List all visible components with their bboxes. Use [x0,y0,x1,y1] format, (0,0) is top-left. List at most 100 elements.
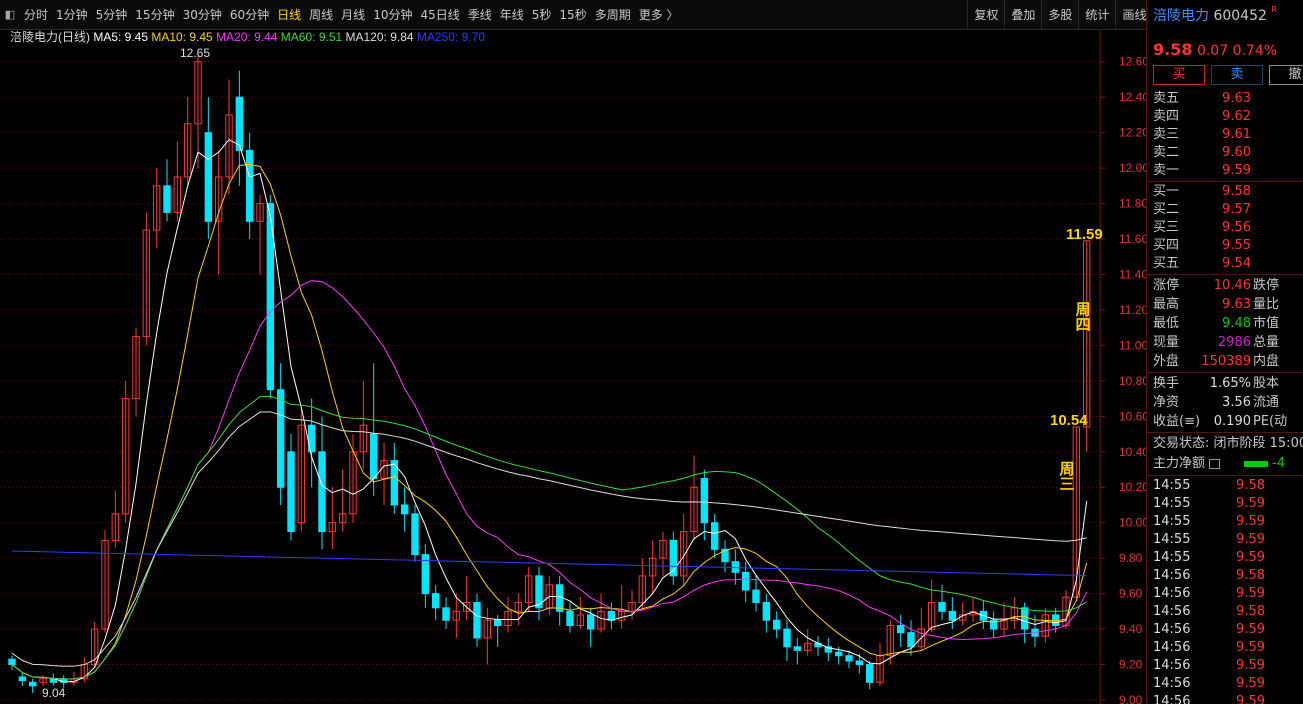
tick-time: 14:55 [1153,496,1191,511]
period-tab[interactable]: 5分钟 [92,0,132,30]
buy-button[interactable]: 买 [1153,65,1205,85]
tick-row: 14:56 9.58 [1147,603,1303,621]
bids-label: 买三 [1153,220,1180,235]
toolbar-action-button[interactable]: 叠加 [1004,0,1041,30]
tick-row: 14:56 9.59 [1147,657,1303,675]
period-tab[interactable]: 15分钟 [131,0,178,30]
main-flow-value: -4 [1272,456,1285,471]
y-tick-label: 11.20 [1119,303,1146,317]
period-tab[interactable]: 45日线 [416,0,463,30]
candle-body [400,504,409,515]
stat-label: 收益(≡) [1153,414,1201,429]
period-tab[interactable]: 分时 [20,0,52,30]
candle-body [18,676,27,681]
divider [1147,432,1303,433]
period-tab[interactable]: 30分钟 [179,0,226,30]
stock-name: 涪陵电力 [1153,8,1209,24]
tick-row: 14:56 9.59 [1147,693,1303,704]
legend-ma: MA60: 9.51 [281,30,346,44]
period-tabs: 分时 1分钟 5分钟 15分钟 30分钟 60分钟 日线 周线 月线 10分钟 45日线 季线 年线 5秒… [20,0,683,30]
stat-label-2: 总量 [1253,335,1280,350]
stat-row: 最低 9.48 市值 [1147,314,1303,333]
candle-body [710,522,719,550]
stat-value: 150389 [1201,354,1251,369]
candle-body [473,601,481,639]
divider [1147,372,1303,373]
tick-list[interactable]: 14:55 9.58 14:55 9.59 14:55 9.59 14:55 9.59 14:5… [1147,477,1303,704]
asks-price: 9.62 [1222,109,1251,124]
period-toolbar: ◧ 分时 1分钟 5分钟 15分钟 30分钟 60分钟 日线 周线 月线 10分钟 45日线 季线 年线… [0,0,1303,30]
low-marker: 9.04 [42,686,66,700]
candle-body [318,451,326,533]
stat-label: 最高 [1153,297,1180,312]
y-tick-label: 11.00 [1119,338,1146,352]
sell-button[interactable]: 卖 [1211,65,1263,85]
kline-chart[interactable]: 12.60 12.40 12.20 12.00 11.80 11.60 11.40 11.20… [0,30,1146,704]
tick-time: 14:56 [1153,622,1191,637]
candle-body [566,610,574,627]
bids-price: 9.56 [1222,220,1251,235]
y-tick-label: 11.40 [1119,267,1146,281]
main-flow-row[interactable]: 主力净额 -4 [1147,454,1303,474]
period-tab[interactable]: 10分钟 [369,0,416,30]
candle-body [793,646,802,651]
stat-label: 现量 [1153,335,1180,350]
candle-body [731,561,740,573]
tick-row: 14:56 9.58 [1147,567,1303,585]
stat-value: 9.48 [1222,316,1251,331]
tick-price: 9.59 [1236,550,1265,565]
asks-row: 卖四 9.62 [1147,108,1303,126]
tick-price: 9.59 [1236,640,1265,655]
tick-row: 14:56 9.59 [1147,675,1303,693]
stat-label: 最低 [1153,316,1180,331]
period-tab[interactable]: 1分钟 [52,0,92,30]
candle-body [442,607,450,621]
tick-row: 14:56 9.59 [1147,621,1303,639]
stat-row: 最高 9.63 量比 [1147,295,1303,314]
tick-time: 14:55 [1153,478,1191,493]
tick-time: 14:56 [1153,676,1191,691]
stat-label-2: 市值 [1253,316,1280,331]
period-tab[interactable]: 15秒 [555,0,590,30]
toolbar-action-button[interactable]: 多股 [1041,0,1078,30]
asks-row: 卖二 9.60 [1147,144,1303,162]
panel-toggle-icon[interactable]: ◧ [0,0,20,30]
main-flow-bar [1244,461,1269,467]
candle-body [411,513,419,556]
price-pct: 0.74% [1232,43,1278,59]
main-flow-label: 主力净额 [1153,456,1206,471]
cancel-button[interactable]: 撤 [1269,65,1303,85]
legend-ma: MA5: 9.45 [93,30,151,44]
y-tick-label: 9.60 [1119,587,1143,601]
asks-price: 9.60 [1222,145,1251,160]
period-tab[interactable]: 5秒 [528,0,556,30]
tick-time: 14:56 [1153,604,1191,619]
candle-body [204,132,213,222]
period-tab[interactable]: 60分钟 [226,0,273,30]
stat-label: 净资 [1153,395,1180,410]
period-tab[interactable]: 更多 〉 [635,0,683,30]
tick-row: 14:55 9.59 [1147,549,1303,567]
period-tab[interactable]: 季线 [464,0,496,30]
asks-price: 9.59 [1222,163,1251,178]
y-tick-label: 9.00 [1119,693,1143,704]
tick-row: 14:56 9.59 [1147,639,1303,657]
toolbar-action-button[interactable]: 统计 [1078,0,1115,30]
asks-label: 卖一 [1153,163,1180,178]
y-tick-label: 12.40 [1119,90,1146,104]
mid-price-label: 10.54 [1050,412,1088,429]
tick-row: 14:56 9.59 [1147,585,1303,603]
period-tab[interactable]: 月线 [337,0,369,30]
y-tick-label: 12.20 [1119,126,1146,140]
legend-ma: MA10: 9.45 [151,30,216,44]
top-price-label: 11.59 [1066,226,1103,243]
period-tab[interactable]: 日线 [273,0,305,30]
candle-body [607,610,616,621]
toolbar-action-button[interactable]: 复权 [967,0,1004,30]
y-tick-label: 10.60 [1119,409,1146,423]
stat-value: 9.63 [1222,297,1251,312]
y-tick-label: 10.40 [1119,445,1146,459]
period-tab[interactable]: 多周期 [591,0,635,30]
period-tab[interactable]: 年线 [496,0,528,30]
period-tab[interactable]: 周线 [305,0,337,30]
